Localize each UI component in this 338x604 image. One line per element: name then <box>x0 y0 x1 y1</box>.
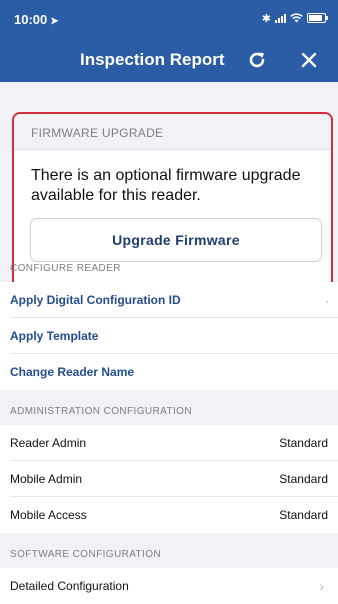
row-indicator <box>326 301 328 303</box>
row-label: Apply Digital Configuration ID <box>10 293 181 307</box>
row-value: Standard <box>279 508 328 522</box>
change-reader-name-row[interactable]: Change Reader Name <box>0 354 338 390</box>
configure-reader-header: CONFIGURE READER <box>10 263 121 274</box>
wifi-icon <box>290 13 303 23</box>
refresh-icon[interactable] <box>246 49 268 71</box>
apply-template-row[interactable]: Apply Template <box>0 318 338 354</box>
status-bar: 10:00 ➤ ✱ <box>0 0 338 34</box>
bluetooth-icon: ✱ <box>261 12 271 25</box>
status-icons: ✱ <box>261 11 328 25</box>
mobile-admin-row[interactable]: Mobile Admin Standard <box>0 461 338 497</box>
reader-admin-row[interactable]: Reader Admin Standard <box>0 425 338 461</box>
row-value: Standard <box>279 472 328 486</box>
location-icon: ➤ <box>50 16 59 27</box>
apply-digital-configuration-id-row[interactable]: Apply Digital Configuration ID <box>0 282 338 318</box>
administration-configuration-header: ADMINISTRATION CONFIGURATION <box>10 406 192 417</box>
software-configuration-header: SOFTWARE CONFIGURATION <box>10 549 162 560</box>
status-time: 10:00 ➤ <box>14 12 59 27</box>
mobile-access-row[interactable]: Mobile Access Standard <box>0 497 338 533</box>
time-text: 10:00 <box>14 12 48 27</box>
app-header: 10:00 ➤ ✱ Inspection Report <box>0 0 338 82</box>
battery-icon <box>307 13 328 23</box>
row-label: Mobile Admin <box>10 472 83 486</box>
page-title: Inspection Report <box>80 50 225 69</box>
row-label: Reader Admin <box>10 436 87 450</box>
row-value: Standard <box>279 436 328 450</box>
row-label: Mobile Access <box>10 508 87 522</box>
close-icon[interactable] <box>298 49 320 71</box>
row-label: Apply Template <box>10 329 99 343</box>
firmware-section-header: FIRMWARE UPGRADE <box>14 114 331 150</box>
chevron-right-icon: › <box>319 578 324 594</box>
row-label: Detailed Configuration <box>10 579 129 593</box>
detailed-configuration-row[interactable]: Detailed Configuration › <box>0 568 338 604</box>
report-content: FIRMWARE UPGRADE There is an optional fi… <box>0 82 338 604</box>
row-label: Change Reader Name <box>10 365 135 379</box>
firmware-message: There is an optional firmware upgrade av… <box>31 167 301 204</box>
signal-icon <box>275 13 286 23</box>
